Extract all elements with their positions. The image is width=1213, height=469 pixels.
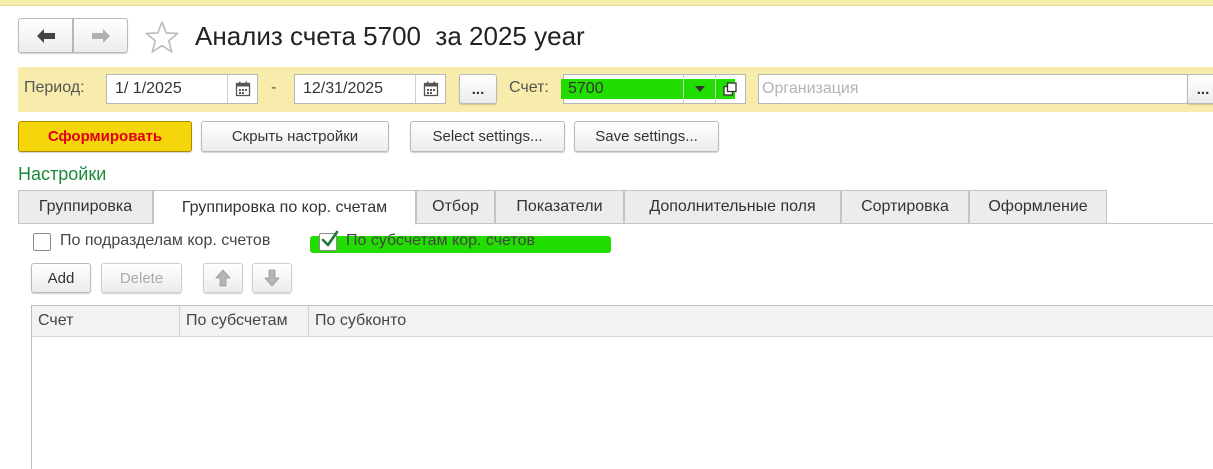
subdivisions-checkbox-label: По подразделам кор. счетов [60,232,271,249]
delete-button[interactable]: Delete [101,263,182,293]
field-divider [715,75,716,103]
arrow-down-icon [264,269,280,287]
tab-indicators[interactable]: Показатели [495,190,624,224]
tab-grouping[interactable]: Группировка [18,190,153,224]
column-header-by-subaccounts[interactable]: По субсчетам [180,306,309,336]
subaccounts-checkbox[interactable] [319,230,339,251]
field-divider [683,75,684,103]
top-stripe-line [0,5,1213,6]
star-icon[interactable] [144,20,180,54]
account-value: 5700 [568,80,604,97]
calendar-icon[interactable] [227,75,257,103]
date-from-field[interactable]: 1/ 1/2025 [106,74,258,104]
navigation-buttons [18,18,128,53]
tab-grouping-by-corr-accounts[interactable]: Группировка по кор. счетам [153,190,416,225]
period-label: Период: [24,79,85,96]
column-header-by-subconto[interactable]: По субконто [309,306,1213,336]
tab-additional-fields[interactable]: Дополнительные поля [624,190,841,224]
tab-sorting[interactable]: Сортировка [841,190,969,224]
date-to-value: 12/31/2025 [303,80,384,97]
organization-placeholder: Организация [762,80,859,97]
period-dash: - [271,79,277,96]
arrow-up-icon [215,269,231,287]
table-header: Счет По субсчетам По субконто [32,306,1213,337]
column-header-account[interactable]: Счет [32,306,180,336]
save-settings-button[interactable]: Save settings... [574,121,719,152]
tab-filter[interactable]: Отбор [416,190,495,224]
hide-settings-button[interactable]: Скрыть настройки [201,121,389,152]
add-button[interactable]: Add [31,263,91,293]
open-icon[interactable] [719,79,741,99]
organization-field[interactable]: Организация [758,74,1188,104]
move-down-button[interactable] [252,263,292,293]
grouping-table[interactable]: Счет По субсчетам По субконто [31,305,1213,469]
arrow-right-icon [91,28,110,43]
subdivisions-checkbox[interactable] [33,233,51,251]
date-from-value: 1/ 1/2025 [115,80,182,97]
calendar-icon[interactable] [415,75,445,103]
back-button[interactable] [18,18,73,53]
account-field[interactable]: 5700 [561,74,746,104]
move-up-button[interactable] [203,263,243,293]
forward-button[interactable] [73,18,128,53]
select-settings-button[interactable]: Select settings... [410,121,565,152]
checkmark-icon [321,230,339,247]
arrow-left-icon [36,28,55,43]
generate-button[interactable]: Сформировать [18,121,192,152]
account-label: Счет: [509,79,549,96]
date-to-field[interactable]: 12/31/2025 [294,74,446,104]
tab-appearance[interactable]: Оформление [969,190,1107,224]
choose-period-button[interactable]: ... [459,74,497,104]
page-title: Анализ счета 5700 за 2025 year [195,21,585,51]
subaccounts-checkbox-label: По субсчетам кор. счетов [346,232,535,249]
chevron-down-icon[interactable] [689,78,711,100]
choose-organization-button[interactable]: ... [1187,74,1213,104]
settings-heading: Настройки [18,164,107,184]
settings-tabs: Группировка Группировка по кор. счетам О… [18,190,1213,225]
